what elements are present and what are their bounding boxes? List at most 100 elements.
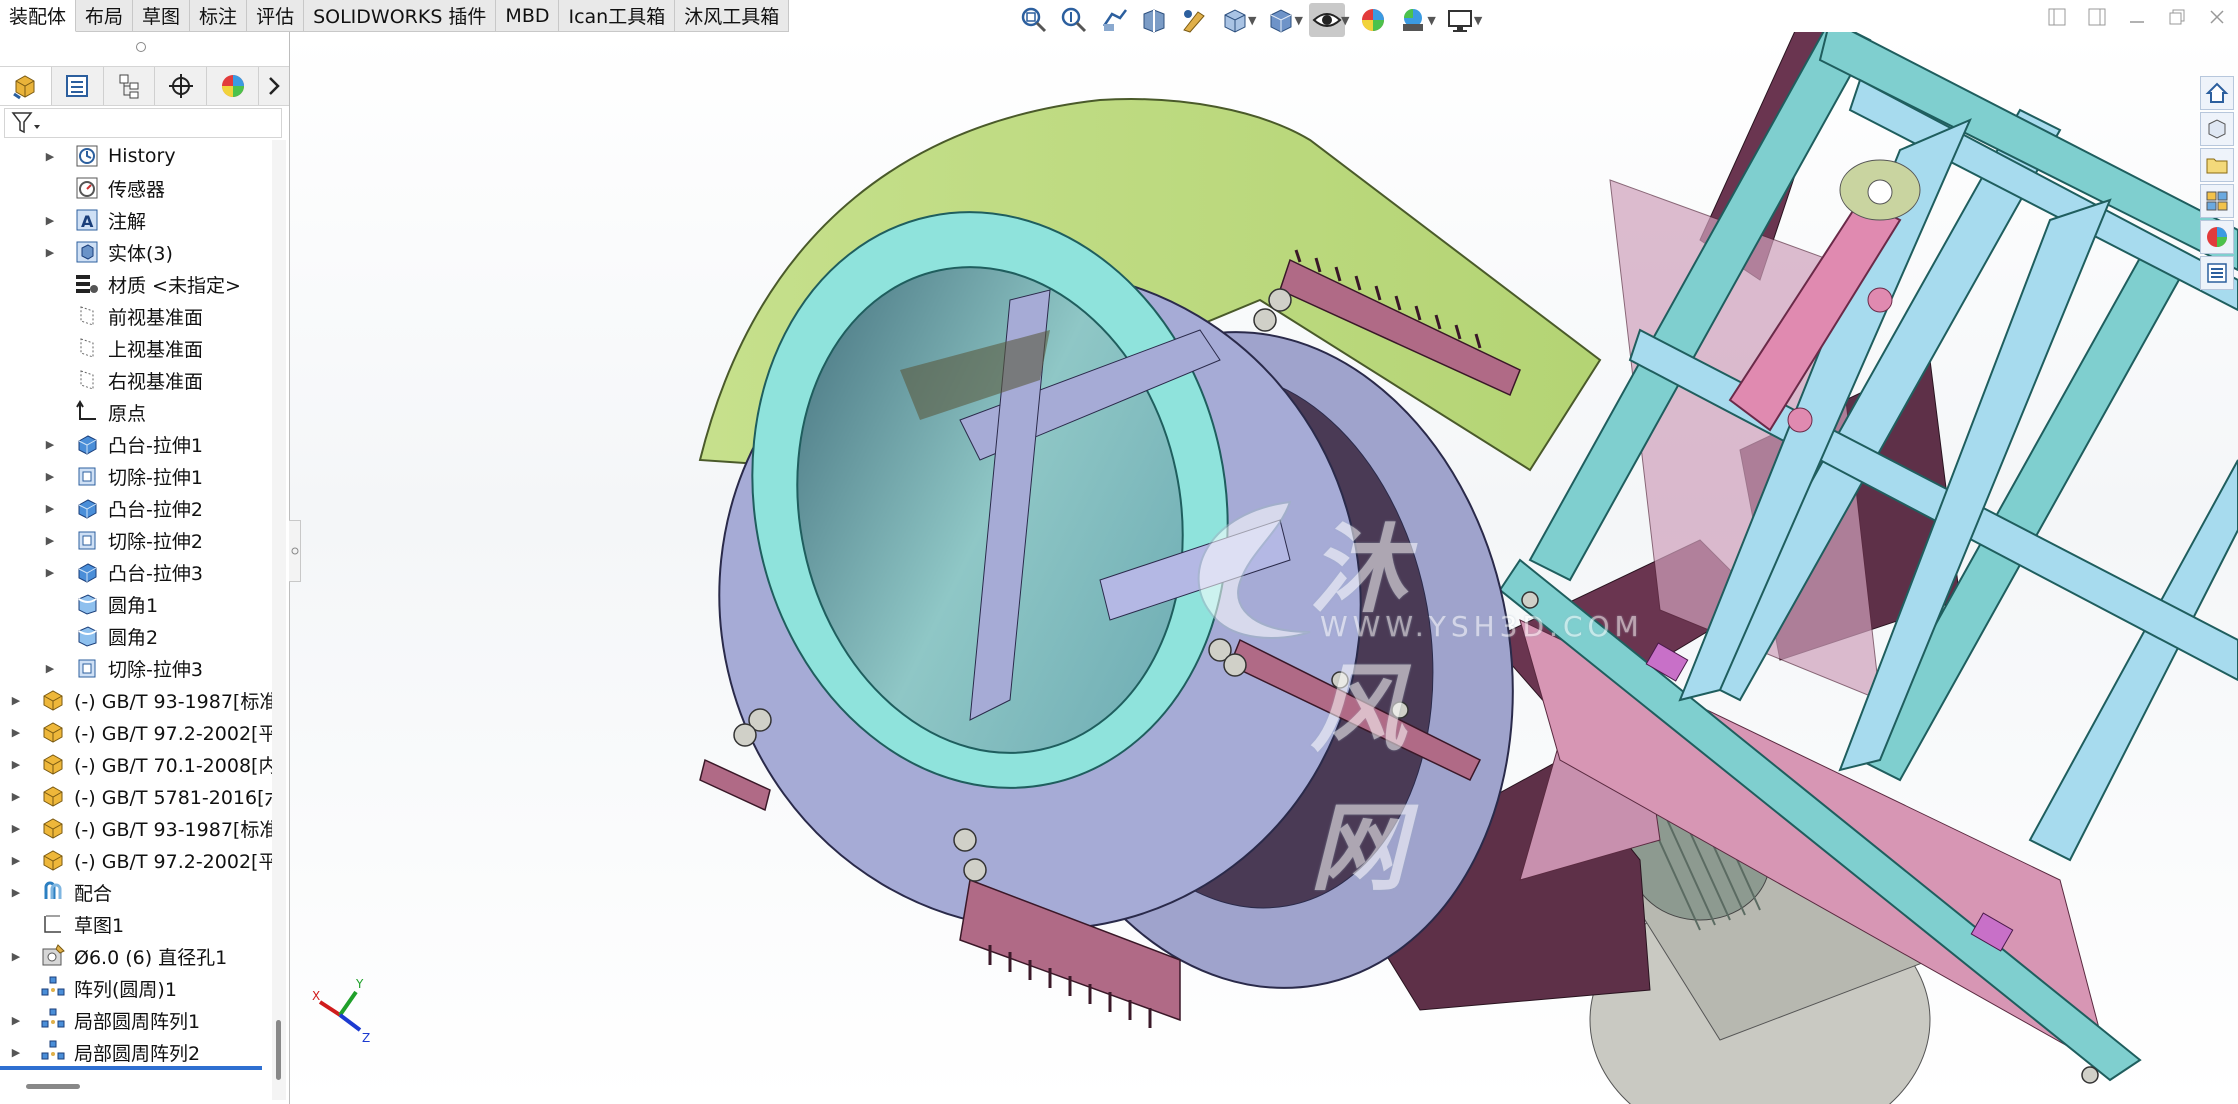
expand-arrow-icon[interactable]: ▶ <box>44 534 56 547</box>
filter-icon[interactable] <box>11 111 41 135</box>
tree-item[interactable]: 材质 <未指定> <box>0 268 272 300</box>
tree-item[interactable]: ▶ (-) GB/T 97.2-2002[平 <box>0 844 272 876</box>
hide-show-items-icon[interactable] <box>1308 3 1345 37</box>
expand-arrow-icon[interactable]: ▶ <box>44 246 56 259</box>
tree-item[interactable]: ▶ (-) GB/T 97.2-2002[平 <box>0 716 272 748</box>
restore-icon[interactable] <box>2164 4 2190 30</box>
graphics-viewport[interactable]: 沐风网 WWW.YSH3D.COM X Y Z <box>290 32 2238 1104</box>
command-tab[interactable]: 标注 <box>190 0 248 32</box>
expand-arrow-icon[interactable]: ▶ <box>10 726 22 739</box>
close-icon[interactable] <box>2204 4 2230 30</box>
expand-arrow-icon[interactable]: ▶ <box>10 950 22 963</box>
expand-arrow-icon[interactable]: ▶ <box>10 1046 22 1059</box>
tree-item[interactable]: ▶ 局部圆周阵列1 <box>0 1004 272 1036</box>
viewport-right-icon[interactable] <box>2084 4 2110 30</box>
expand-arrow-icon[interactable]: ▶ <box>44 502 56 515</box>
tree-vertical-scrollbar[interactable] <box>272 140 286 1100</box>
expand-arrow-icon[interactable]: ▶ <box>44 662 56 675</box>
viewport-left-icon[interactable] <box>2044 4 2070 30</box>
panel-splitter[interactable] <box>289 520 301 582</box>
tree-item[interactable]: ▶ 切除-拉伸1 <box>0 460 272 492</box>
tree-item[interactable]: ▶ 实体(3) <box>0 236 272 268</box>
command-tab[interactable]: 评估 <box>247 0 305 32</box>
appearances-scenes-icon[interactable] <box>2200 220 2234 254</box>
expand-arrow-icon[interactable]: ▶ <box>10 822 22 835</box>
tree-item[interactable]: ▶ (-) GB/T 93-1987[标准 <box>0 684 272 716</box>
view-orientation-dropdown-icon[interactable]: ▼ <box>1248 14 1256 27</box>
command-tab[interactable]: 布局 <box>76 0 134 32</box>
tree-item[interactable]: ▶ 切除-拉伸2 <box>0 524 272 556</box>
display-style-dropdown-icon[interactable]: ▼ <box>1294 14 1302 27</box>
feature-manager-tab[interactable] <box>0 67 52 105</box>
expand-arrow-icon[interactable]: ▶ <box>44 150 56 163</box>
view-settings-icon[interactable] <box>1442 3 1478 37</box>
expand-arrow-icon[interactable]: ▶ <box>10 694 22 707</box>
tree-item[interactable]: 圆角2 <box>0 620 272 652</box>
tree-item[interactable]: 传感器 <box>0 172 272 204</box>
tree-item[interactable]: 原点 <box>0 396 272 428</box>
apply-scene-dropdown-icon[interactable]: ▼ <box>1427 14 1435 27</box>
configuration-manager-tab[interactable] <box>104 67 156 105</box>
expand-arrow-icon[interactable]: ▶ <box>44 438 56 451</box>
previous-view-icon[interactable] <box>1096 3 1132 37</box>
property-manager-tab[interactable] <box>52 67 104 105</box>
expand-arrow-icon[interactable]: ▶ <box>44 566 56 579</box>
section-view-icon[interactable] <box>1136 3 1172 37</box>
tree-filter[interactable] <box>4 108 282 138</box>
display-style-icon[interactable] <box>1262 3 1298 37</box>
dynamic-annotation-icon[interactable] <box>1176 3 1212 37</box>
expand-arrow-icon[interactable]: ▶ <box>44 470 56 483</box>
tree-item[interactable]: ▶ (-) GB/T 70.1-2008[内 <box>0 748 272 780</box>
tree-item[interactable]: ▶ A 注解 <box>0 204 272 236</box>
apply-scene-icon[interactable] <box>1395 3 1431 37</box>
tree-item[interactable]: ▶ (-) GB/T 93-1987[标准 <box>0 812 272 844</box>
tree-vertical-scroll-thumb[interactable] <box>276 1020 281 1080</box>
tree-item[interactable]: ▶ History <box>0 140 272 172</box>
zoom-to-fit-icon[interactable] <box>1016 3 1052 37</box>
expand-arrow-icon[interactable]: ▶ <box>10 758 22 771</box>
expand-arrow-icon[interactable]: ▶ <box>44 214 56 227</box>
rollback-bar[interactable] <box>0 1066 262 1070</box>
tree-item[interactable]: 圆角1 <box>0 588 272 620</box>
panel-grip-icon[interactable] <box>136 42 146 52</box>
command-tab[interactable]: 装配体 <box>0 0 77 32</box>
command-tab[interactable]: 草图 <box>133 0 191 32</box>
tree-item[interactable]: 右视基准面 <box>0 364 272 396</box>
dimxpert-manager-tab[interactable] <box>155 67 208 105</box>
command-tab[interactable]: 沐风工具箱 <box>675 0 790 32</box>
tree-item[interactable]: 前视基准面 <box>0 300 272 332</box>
view-palette-icon[interactable] <box>2200 184 2234 218</box>
tree-item[interactable]: ▶ 局部圆周阵列2 <box>0 1036 272 1068</box>
tree-item[interactable]: ▶ Ø6.0 (6) 直径孔1 <box>0 940 272 972</box>
tree-item[interactable]: 阵列(圆周)1 <box>0 972 272 1004</box>
hide-show-dropdown-icon[interactable]: ▼ <box>1341 14 1349 27</box>
command-tab[interactable]: MBD <box>496 0 560 32</box>
more-tabs-chevron-icon[interactable] <box>259 67 289 105</box>
tree-item[interactable]: ▶ (-) GB/T 5781-2016[六 <box>0 780 272 812</box>
tree-item[interactable]: 上视基准面 <box>0 332 272 364</box>
custom-properties-icon[interactable] <box>2200 256 2234 290</box>
display-manager-tab[interactable] <box>207 67 260 105</box>
tree-item[interactable]: ▶ 配合 <box>0 876 272 908</box>
tree-horizontal-scroll-thumb[interactable] <box>26 1084 80 1089</box>
tree-item[interactable]: ▶ 切除-拉伸3 <box>0 652 272 684</box>
expand-arrow-icon[interactable]: ▶ <box>10 886 22 899</box>
expand-arrow-icon[interactable]: ▶ <box>10 854 22 867</box>
edit-appearance-icon[interactable] <box>1355 3 1391 37</box>
expand-arrow-icon[interactable]: ▶ <box>10 1014 22 1027</box>
tree-item[interactable]: ▶ 凸台-拉伸3 <box>0 556 272 588</box>
zoom-area-icon[interactable] <box>1056 3 1092 37</box>
view-orientation-icon[interactable] <box>1216 3 1252 37</box>
expand-arrow-icon[interactable]: ▶ <box>10 790 22 803</box>
solidworks-resources-icon[interactable] <box>2200 76 2234 110</box>
tree-item[interactable]: ▶ 凸台-拉伸2 <box>0 492 272 524</box>
view-settings-dropdown-icon[interactable]: ▼ <box>1474 14 1482 27</box>
command-tab[interactable]: Ican工具箱 <box>559 0 676 32</box>
minimize-icon[interactable] <box>2124 4 2150 30</box>
tree-item[interactable]: ▶ 凸台-拉伸1 <box>0 428 272 460</box>
assembly-model[interactable] <box>290 32 2238 1104</box>
file-explorer-icon[interactable] <box>2200 148 2234 182</box>
design-library-icon[interactable] <box>2200 112 2234 146</box>
tree-item[interactable]: 草图1 <box>0 908 272 940</box>
command-tab[interactable]: SOLIDWORKS 插件 <box>304 0 497 32</box>
